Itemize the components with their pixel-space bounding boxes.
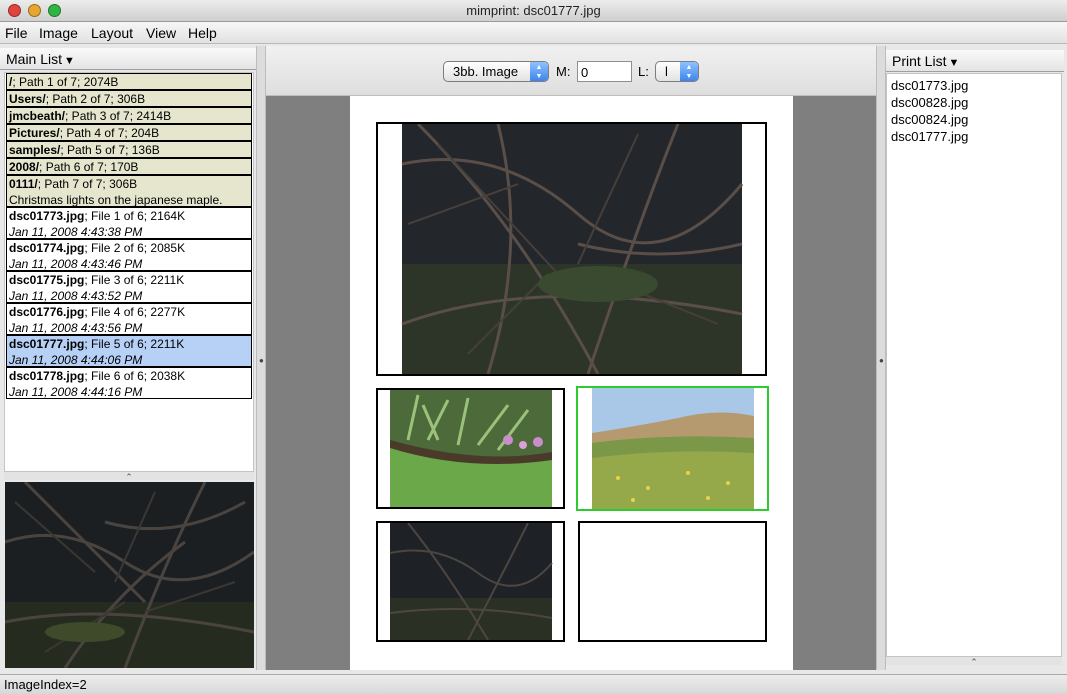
path-row[interactable]: /; Path 1 of 7; 2074B bbox=[6, 73, 252, 90]
image-slot-5-empty[interactable] bbox=[578, 521, 767, 642]
l-label: L: bbox=[638, 64, 649, 79]
layout-toolbar: 3bb. Image ▲▼ M: L: l ▲▼ bbox=[266, 46, 876, 96]
splitter-grip-icon: ● bbox=[879, 356, 884, 365]
path-row[interactable]: Pictures/; Path 4 of 7; 204B bbox=[6, 124, 252, 141]
print-list-item[interactable]: dsc00824.jpg bbox=[887, 111, 1061, 128]
tree-branches-photo bbox=[378, 124, 765, 374]
right-splitter[interactable]: ● bbox=[876, 46, 886, 670]
menu-file[interactable]: File bbox=[5, 25, 28, 41]
image-slot-4[interactable] bbox=[376, 521, 565, 642]
print-list-splitter[interactable]: ⌃ bbox=[886, 657, 1062, 667]
left-splitter[interactable]: ● bbox=[256, 46, 266, 670]
print-list-item[interactable]: dsc00828.jpg bbox=[887, 94, 1061, 111]
l-select[interactable]: l ▲ ▼ bbox=[655, 61, 699, 82]
list-preview-splitter[interactable]: ⌃ bbox=[4, 472, 254, 482]
image-slot-3-active[interactable] bbox=[576, 386, 769, 511]
file-row-selected[interactable]: dsc01777.jpg; File 5 of 6; 2211K Jan 11, … bbox=[6, 335, 252, 367]
status-text: ImageIndex=2 bbox=[4, 677, 87, 692]
menu-layout[interactable]: Layout bbox=[91, 25, 133, 41]
print-list[interactable]: dsc01773.jpg dsc00828.jpg dsc00824.jpg d… bbox=[886, 73, 1062, 657]
file-row[interactable]: dsc01774.jpg; File 2 of 6; 2085K Jan 11, … bbox=[6, 239, 252, 271]
main-list[interactable]: /; Path 1 of 7; 2074B Users/; Path 2 of … bbox=[4, 72, 254, 472]
file-row[interactable]: dsc01773.jpg; File 1 of 6; 2164K Jan 11, … bbox=[6, 207, 252, 239]
splitter-grip-icon: ● bbox=[259, 356, 264, 365]
tree-photo-small bbox=[378, 523, 563, 640]
image-slot-1[interactable] bbox=[376, 122, 767, 376]
file-row[interactable]: dsc01776.jpg; File 4 of 6; 2277K Jan 11, … bbox=[6, 303, 252, 335]
caret-up-icon: ⌃ bbox=[125, 472, 133, 482]
dropdown-arrow-icon: ▼ bbox=[64, 55, 75, 67]
path-row[interactable]: Users/; Path 2 of 7; 306B bbox=[6, 90, 252, 107]
status-bar: ImageIndex=2 bbox=[0, 674, 1067, 694]
path-row[interactable]: 0111/; Path 7 of 7; 306B Christmas lights… bbox=[6, 175, 252, 207]
main-list-header[interactable]: Main List ▼ bbox=[0, 48, 256, 70]
window-title: mimprint: dsc01777.jpg bbox=[466, 3, 601, 18]
print-list-item[interactable]: dsc01777.jpg bbox=[887, 128, 1061, 145]
print-list-title: Print List bbox=[892, 53, 947, 69]
updown-arrows-icon: ▲ ▼ bbox=[680, 62, 698, 81]
menu-view[interactable]: View bbox=[146, 25, 176, 41]
tree-photo-thumbnail bbox=[5, 482, 254, 668]
menu-help[interactable]: Help bbox=[188, 25, 217, 41]
file-row[interactable]: dsc01775.jpg; File 3 of 6; 2211K Jan 11, … bbox=[6, 271, 252, 303]
image-preview bbox=[5, 482, 254, 668]
garden-flowers-photo bbox=[378, 390, 563, 507]
print-list-item[interactable]: dsc01773.jpg bbox=[887, 77, 1061, 94]
menu-bar: File Image Layout View Help bbox=[0, 22, 1067, 44]
dropdown-arrow-icon: ▼ bbox=[948, 57, 960, 69]
file-row[interactable]: dsc01778.jpg; File 6 of 6; 2038K Jan 11, … bbox=[6, 367, 252, 399]
layout-canvas[interactable] bbox=[266, 96, 876, 670]
meadow-hills-photo bbox=[578, 388, 767, 509]
menu-image[interactable]: Image bbox=[39, 25, 78, 41]
main-list-title: Main List bbox=[6, 51, 63, 67]
print-sheet bbox=[350, 96, 793, 670]
path-row[interactable]: 2008/; Path 6 of 7; 170B bbox=[6, 158, 252, 175]
image-slot-2[interactable] bbox=[376, 388, 565, 509]
m-label: M: bbox=[556, 64, 571, 79]
print-list-header[interactable]: Print List ▼ bbox=[886, 50, 1064, 72]
title-bar: mimprint: dsc01777.jpg bbox=[0, 0, 1067, 22]
layout-select[interactable]: 3bb. Image ▲ ▼ bbox=[443, 61, 549, 82]
m-input[interactable] bbox=[577, 61, 632, 82]
updown-arrows-icon: ▲ ▼ bbox=[530, 62, 548, 81]
path-row[interactable]: jmcbeath/; Path 3 of 7; 2414B bbox=[6, 107, 252, 124]
path-row[interactable]: samples/; Path 5 of 7; 136B bbox=[6, 141, 252, 158]
path-note: Christmas lights on the japanese maple. bbox=[9, 193, 223, 207]
caret-up-icon: ⌃ bbox=[970, 657, 978, 667]
